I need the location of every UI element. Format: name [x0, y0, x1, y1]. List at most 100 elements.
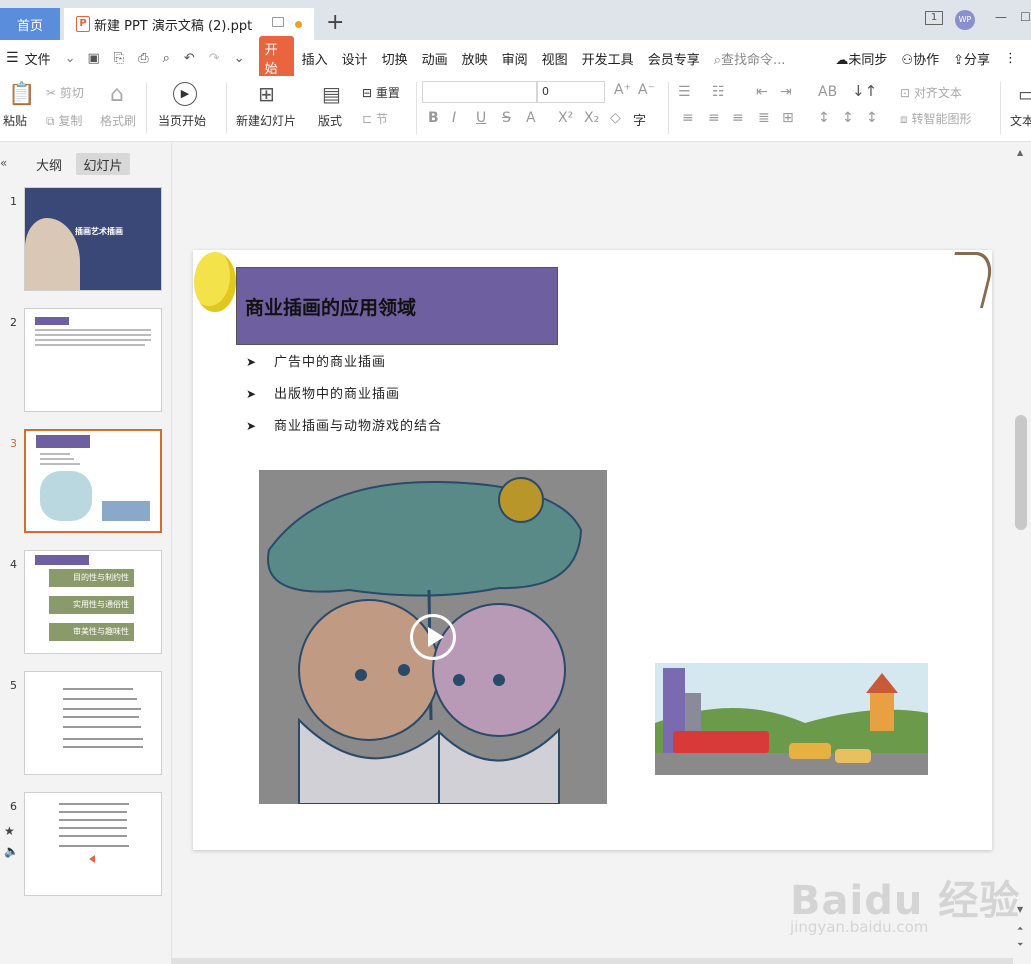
numbered-list-icon[interactable]: ☷	[712, 84, 725, 100]
new-slide-icon[interactable]: ⊞	[258, 82, 275, 106]
align-left-icon[interactable]: ≡	[682, 110, 694, 126]
section-button[interactable]: ⊏ 节	[362, 110, 388, 127]
slide-thumbnail-4[interactable]: 目的性与制约性 实用性与通俗性 审美性与趣味性	[24, 550, 162, 654]
format-painter-button[interactable]: 格式刷	[100, 112, 136, 129]
decrease-font-icon[interactable]: A⁻	[638, 82, 655, 98]
bullet-item[interactable]: ➤ 广告中的商业插画	[246, 351, 386, 370]
slide-thumbnail-5[interactable]	[24, 671, 162, 775]
menu-view[interactable]: 视图	[542, 49, 568, 68]
horizontal-scrollbar[interactable]	[172, 958, 1013, 964]
save-icon[interactable]: ▣	[87, 51, 99, 66]
undo-icon[interactable]: ↶	[184, 51, 195, 66]
increase-font-icon[interactable]: A⁺	[614, 82, 631, 98]
menu-slideshow[interactable]: 放映	[462, 49, 488, 68]
ppt-file-icon: P	[76, 16, 90, 32]
search-command[interactable]: ⌕查找命令...	[714, 49, 786, 68]
slide-thumbnail-3[interactable]	[24, 429, 162, 533]
italic-icon[interactable]: I	[452, 110, 456, 126]
font-name-select[interactable]	[422, 81, 537, 103]
menu-file[interactable]: 文件	[25, 49, 51, 68]
maximize-button[interactable]: ☐	[1020, 10, 1031, 24]
sync-button[interactable]: ☁未同步	[835, 49, 887, 68]
cut-button[interactable]: ✂ 剪切	[46, 84, 84, 101]
font-size-select[interactable]: 0	[537, 81, 605, 103]
bullet-list-icon[interactable]: ☰	[678, 84, 691, 100]
menu-developer[interactable]: 开发工具	[582, 49, 634, 68]
paste-icon[interactable]: 📋	[8, 82, 35, 107]
minimize-button[interactable]: —	[995, 10, 1007, 24]
play-video-button[interactable]	[410, 614, 456, 660]
city-illustration[interactable]	[655, 663, 928, 775]
vertical-scrollbar[interactable]	[1013, 143, 1031, 958]
copy-button[interactable]: ⧉ 复制	[46, 112, 82, 129]
phonetic-icon[interactable]: 字	[633, 110, 646, 129]
scrollbar-thumb[interactable]	[1015, 415, 1027, 530]
play-icon[interactable]: ▶	[173, 82, 197, 106]
menu-animation[interactable]: 动画	[422, 49, 448, 68]
sort-icon[interactable]: ↓↑	[852, 82, 877, 100]
smartart-button[interactable]: ⧈ 转智能图形	[900, 110, 971, 127]
collab-button[interactable]: ⚇协作	[901, 49, 939, 68]
menu-design[interactable]: 设计	[342, 49, 368, 68]
slide-thumbnail-6[interactable]	[24, 792, 162, 896]
window-layout-icon[interactable]: 1	[925, 11, 943, 25]
collapse-panel-button[interactable]: «	[0, 156, 7, 170]
bullet-item[interactable]: ➤ 商业插画与动物游戏的结合	[246, 415, 442, 434]
search-placeholder: 查找命令...	[720, 52, 786, 68]
tab-outline[interactable]: 大纲	[36, 155, 62, 174]
distribute-icon[interactable]: ⊞	[782, 110, 794, 126]
outdent-icon[interactable]: ⇤	[756, 84, 768, 100]
indent-icon[interactable]: ⇥	[780, 84, 792, 100]
text-box-icon[interactable]: ▭	[1018, 82, 1031, 106]
menu-insert[interactable]: 插入	[302, 49, 328, 68]
reset-button[interactable]: ⊟ 重置	[362, 84, 400, 101]
font-color-icon[interactable]: A	[526, 110, 536, 126]
star-icon[interactable]: ★	[4, 824, 15, 838]
scroll-up-icon[interactable]: ▲	[1017, 148, 1023, 157]
clear-format-icon[interactable]: ◇	[610, 110, 621, 126]
menu-review[interactable]: 审阅	[502, 49, 528, 68]
paste-button[interactable]: 粘贴	[3, 112, 27, 129]
share-button[interactable]: ⇪分享	[953, 49, 990, 68]
text-spacing-icon[interactable]: AB	[818, 84, 837, 100]
justify-icon[interactable]: ≣	[758, 110, 770, 126]
bullet-item[interactable]: ➤ 出版物中的商业插画	[246, 383, 400, 402]
play-from-current-button[interactable]: 当页开始	[158, 112, 206, 129]
text-box-button[interactable]: 文本	[1010, 112, 1031, 129]
menu-start[interactable]: 开始	[258, 36, 294, 80]
line-spacing-icon[interactable]: ↕	[818, 110, 830, 126]
menu-member[interactable]: 会员专享	[648, 49, 700, 68]
tab-slides[interactable]: 幻灯片	[76, 153, 130, 175]
slide-thumbnail-2[interactable]	[24, 308, 162, 412]
menu-transition[interactable]: 切换	[382, 49, 408, 68]
subscript-icon[interactable]: X₂	[584, 110, 599, 126]
more-icon[interactable]: ⋮	[1004, 51, 1017, 66]
print-icon[interactable]: ⎙	[138, 51, 148, 66]
bold-icon[interactable]: B	[428, 110, 439, 126]
align-right-icon[interactable]: ≡	[732, 110, 744, 126]
redo-icon[interactable]: ↷	[209, 51, 220, 66]
monitor-icon[interactable]	[272, 17, 284, 27]
tab-home[interactable]: 首页	[0, 8, 60, 40]
preview-icon[interactable]: ⌕	[163, 51, 170, 66]
new-tab-button[interactable]: +	[326, 10, 344, 35]
next-slide-icon[interactable]: ⏷	[1017, 940, 1023, 950]
underline-icon[interactable]: U	[476, 110, 486, 126]
spacing-menu-icon[interactable]: ↕	[866, 110, 878, 126]
layout-button[interactable]: 版式	[318, 112, 342, 129]
avatar[interactable]: WP	[955, 10, 975, 30]
chevron-down-icon[interactable]: ⌄	[65, 51, 76, 66]
title-box[interactable]: 商业插画的应用领域	[236, 267, 558, 345]
align-center-icon[interactable]: ≡	[708, 110, 720, 126]
paragraph-spacing-icon[interactable]: ↕	[842, 110, 854, 126]
hamburger-icon[interactable]: ☰	[6, 50, 19, 66]
slide-thumbnail-1[interactable]: 插画艺术插画	[24, 187, 162, 291]
new-slide-button[interactable]: 新建幻灯片	[236, 112, 296, 129]
layout-icon[interactable]: ▤	[322, 82, 341, 106]
strikethrough-icon[interactable]: S	[502, 110, 511, 126]
customize-icon[interactable]: ⌄	[234, 51, 245, 66]
audio-icon[interactable]: 🔈	[4, 844, 19, 858]
superscript-icon[interactable]: X²	[558, 110, 573, 126]
export-icon[interactable]: ⎘	[114, 51, 124, 66]
align-text-button[interactable]: ⊡ 对齐文本	[900, 84, 962, 101]
